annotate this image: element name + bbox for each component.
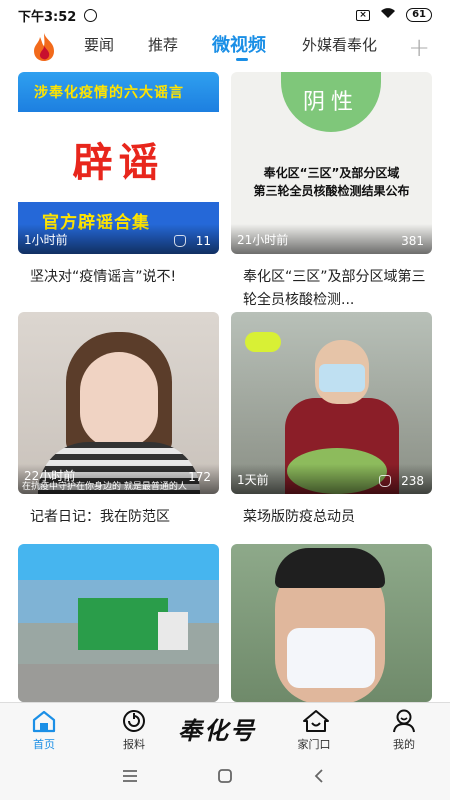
video-title[interactable]: 坚决对“疫情谣言”说不! bbox=[18, 266, 219, 289]
menu-icon[interactable] bbox=[122, 768, 138, 787]
back-icon[interactable] bbox=[312, 768, 328, 787]
nav-report-label: 报料 bbox=[123, 738, 145, 751]
wifi-icon bbox=[380, 7, 396, 23]
tab-micro-video[interactable]: 微视频 bbox=[212, 31, 266, 57]
nav-report[interactable]: 报料 bbox=[104, 709, 164, 752]
home-icon bbox=[31, 709, 57, 733]
video-thumbnail[interactable] bbox=[231, 544, 432, 702]
nav-home-gate-label: 家门口 bbox=[297, 738, 331, 751]
video-card[interactable] bbox=[18, 544, 219, 702]
video-views: 11 bbox=[173, 234, 211, 248]
home-square-icon[interactable] bbox=[217, 768, 233, 787]
video-thumbnail[interactable]: 阴性 奉化区“三区”及部分区域 第三轮全员核酸检测结果公布 21小时前 381 bbox=[231, 72, 432, 254]
video-card[interactable]: 阴性 奉化区“三区”及部分区域 第三轮全员核酸检测结果公布 21小时前 381 … bbox=[231, 72, 432, 312]
thumb-line1: 奉化区“三区”及部分区域 bbox=[263, 166, 400, 180]
nav-mine[interactable]: 我的 bbox=[374, 709, 434, 752]
video-thumbnail[interactable]: 涉奉化疫情的六大谣言 辟谣 官方辟谣合集 1小时前 11 bbox=[18, 72, 219, 254]
status-bar: 下午3:52 × 61 bbox=[0, 0, 450, 30]
video-card[interactable]: 22小时前 172 在抗疫中守护在你身边的 就是最普通的人 记者日记：我在防范区 bbox=[18, 312, 219, 529]
active-tab-indicator bbox=[236, 58, 248, 61]
video-thumbnail[interactable]: 22小时前 172 在抗疫中守护在你身边的 就是最普通的人 bbox=[18, 312, 219, 494]
video-title[interactable]: 记者日记：我在防范区 bbox=[18, 506, 219, 529]
battery-icon: 61 bbox=[406, 8, 432, 22]
video-title[interactable]: 奉化区“三区”及部分区域第三轮全员核酸检测... bbox=[231, 266, 432, 312]
video-views: 381 bbox=[401, 234, 424, 248]
like-icon bbox=[173, 235, 186, 247]
house-icon bbox=[301, 709, 329, 733]
video-time: 21小时前 bbox=[237, 233, 289, 247]
tab-news[interactable]: 要闻 bbox=[84, 34, 114, 55]
status-time: 下午3:52 bbox=[18, 9, 77, 25]
video-time: 1天前 bbox=[237, 473, 269, 487]
user-icon bbox=[391, 709, 417, 733]
nav-home-gate[interactable]: 家门口 bbox=[284, 709, 344, 752]
alarm-icon bbox=[84, 8, 98, 22]
thumb-banner-text: 涉奉化疫情的六大谣言 bbox=[34, 85, 184, 101]
video-time: 1小时前 bbox=[24, 233, 68, 247]
video-card[interactable]: 1天前 238 菜场版防疫总动员 bbox=[231, 312, 432, 529]
nav-home-label: 首页 bbox=[33, 738, 55, 751]
video-card[interactable] bbox=[231, 544, 432, 702]
thumb-subtitle: 在抗疫中守护在你身边的 就是最普通的人 bbox=[22, 482, 187, 492]
no-sim-icon: × bbox=[356, 9, 371, 21]
video-views: 238 bbox=[379, 474, 424, 488]
flame-logo-icon[interactable] bbox=[30, 32, 58, 62]
system-nav-bar bbox=[0, 758, 450, 800]
nav-home[interactable]: 首页 bbox=[14, 709, 74, 752]
tab-recommend[interactable]: 推荐 bbox=[148, 34, 178, 55]
brand-logo[interactable]: 奉化号 bbox=[178, 711, 256, 746]
video-card[interactable]: 涉奉化疫情的六大谣言 辟谣 官方辟谣合集 1小时前 11 坚决对“疫情谣言”说不… bbox=[18, 72, 219, 289]
thumb-badge: 阴性 bbox=[303, 90, 360, 115]
camera-report-icon bbox=[121, 709, 147, 733]
plus-icon[interactable]: + bbox=[408, 33, 430, 63]
thumb-line2: 第三轮全员核酸检测结果公布 bbox=[253, 184, 410, 198]
video-title[interactable]: 菜场版防疫总动员 bbox=[231, 506, 432, 529]
tab-foreign-media[interactable]: 外媒看奉化 bbox=[302, 34, 377, 55]
bottom-nav: 首页 报料 奉化号 家门口 我的 bbox=[0, 702, 450, 758]
video-views: 172 bbox=[188, 470, 211, 484]
video-thumbnail[interactable]: 1天前 238 bbox=[231, 312, 432, 494]
like-icon bbox=[379, 475, 392, 487]
channel-tabs: 要闻 推荐 微视频 外媒看奉化 + bbox=[0, 30, 450, 64]
thumb-headline: 辟谣 bbox=[72, 139, 165, 186]
video-thumbnail[interactable] bbox=[18, 544, 219, 702]
nav-mine-label: 我的 bbox=[393, 738, 415, 751]
